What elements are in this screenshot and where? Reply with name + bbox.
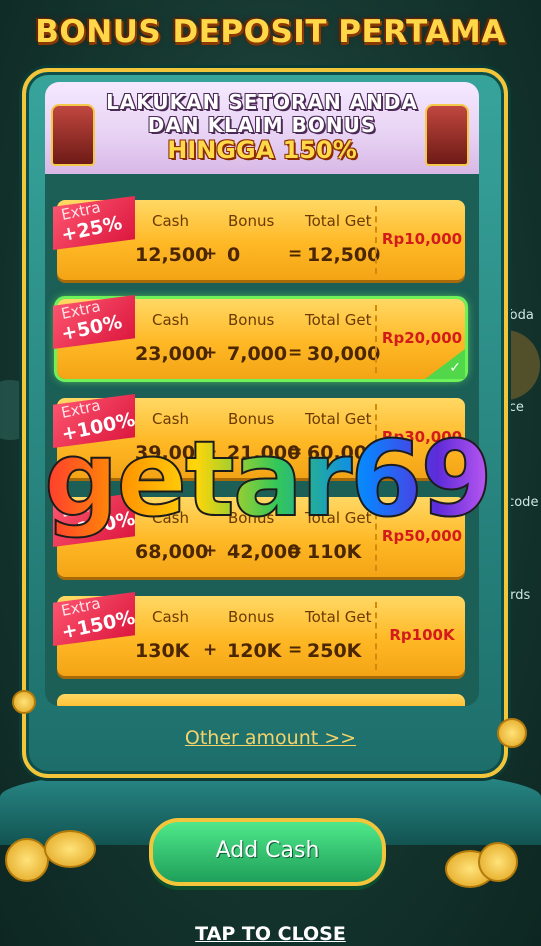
check-icon: ✓ [425, 349, 465, 379]
price-button[interactable]: Rp20,000 [379, 329, 465, 347]
other-amount-link[interactable]: Other amount >> [0, 727, 541, 749]
total-header: Total Get [305, 311, 372, 329]
ticket-divider [375, 602, 377, 670]
equals-sign: = [288, 244, 303, 264]
tap-to-close[interactable]: TAP TO CLOSE [0, 923, 541, 945]
extra-tag: Extra +50% [53, 295, 135, 349]
bonus-header: Bonus [228, 311, 275, 329]
banner-highlight: HINGGA 150% [167, 136, 357, 164]
bonus-header: Bonus [228, 212, 275, 230]
page-title: BONUS DEPOSIT PERTAMA [35, 14, 506, 50]
bonus-value: 7,000 [227, 343, 288, 365]
deposit-option[interactable]: Extra +150% Cash Bonus Total Get 130K +120K = 25… [53, 592, 465, 676]
equals-sign: = [288, 343, 303, 363]
coin-icon [44, 830, 96, 868]
deposit-option[interactable]: Extra +50% Cash Bonus Total Get 23,000 +7,000 =… [53, 295, 468, 382]
ticket-divider [375, 305, 377, 373]
watermark: getar69 [43, 417, 494, 541]
coin-icon [5, 838, 49, 882]
extra-tag: Extra +25% [53, 196, 135, 250]
plus-sign: + [203, 343, 218, 363]
ticket-divider [375, 206, 377, 274]
plus-sign: + [203, 640, 218, 660]
bonus-value: 0 [227, 244, 241, 266]
deposit-panel: LAKUKAN SETORAN ANDA DAN KLAIM BONUS HIN… [45, 82, 479, 706]
deposit-option-partial [57, 694, 465, 706]
equals-sign: = [288, 541, 303, 561]
price-button[interactable]: Rp100K [379, 626, 465, 644]
cash-header: Cash [152, 311, 189, 329]
deposit-option[interactable]: Extra +25% Cash Bonus Total Get 12,500 +0 = 12,5… [53, 196, 465, 280]
cash-value: 130K [135, 640, 190, 662]
cash-value: 23,000 [135, 343, 209, 365]
price-button[interactable]: Rp10,000 [379, 230, 465, 248]
total-value: 30,000 [307, 343, 381, 365]
equals-sign: = [288, 640, 303, 660]
plus-sign: + [203, 541, 218, 561]
bonus-header: Bonus [228, 608, 275, 626]
cash-header: Cash [152, 212, 189, 230]
plus-sign: + [203, 244, 218, 264]
total-header: Total Get [305, 212, 372, 230]
coin-icon [478, 842, 518, 882]
cash-value: 12,500 [135, 244, 209, 266]
total-value: 12,500 [307, 244, 381, 266]
total-value: 250K [307, 640, 362, 662]
banner-line: LAKUKAN SETORAN ANDA [106, 90, 418, 114]
cash-value: 68,000 [135, 541, 209, 563]
total-header: Total Get [305, 608, 372, 626]
add-cash-button[interactable]: Add Cash [149, 818, 386, 886]
check-glyph: ✓ [449, 360, 461, 376]
coin-icon [12, 690, 36, 714]
extra-tag: Extra+150% [53, 592, 135, 646]
bonus-value: 120K [227, 640, 282, 662]
promo-banner: LAKUKAN SETORAN ANDA DAN KLAIM BONUS HIN… [45, 82, 479, 174]
banner-line: DAN KLAIM BONUS [147, 113, 377, 137]
cash-header: Cash [152, 608, 189, 626]
total-value: 110K [307, 541, 362, 563]
